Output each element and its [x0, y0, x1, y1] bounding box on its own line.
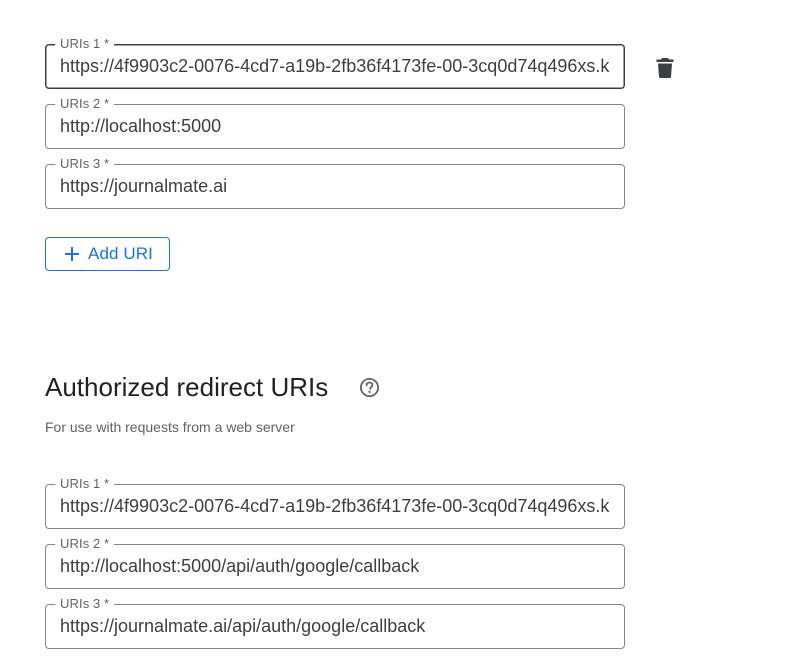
- origin-uri-input-2[interactable]: [60, 105, 610, 148]
- redirect-uri-field-2[interactable]: URIs 2 *: [45, 535, 625, 589]
- origin-uri-field-2[interactable]: URIs 2 *: [45, 95, 625, 149]
- redirect-uri-input-3[interactable]: [60, 605, 610, 648]
- plus-icon: [65, 247, 79, 261]
- trash-icon: [656, 58, 674, 78]
- origin-uri-input-3[interactable]: [60, 165, 610, 208]
- redirect-uri-field-3[interactable]: URIs 3 *: [45, 595, 625, 649]
- delete-uri-button[interactable]: [649, 52, 681, 84]
- help-circle-icon[interactable]: [359, 377, 380, 398]
- add-uri-button[interactable]: Add URI: [45, 237, 170, 271]
- origin-uri-input-1[interactable]: [60, 45, 610, 88]
- redirect-uri-field-1[interactable]: URIs 1 *: [45, 475, 625, 529]
- oauth-client-uris-page: URIs 1 * URIs 2 * URIs 3 * Add URI Autho…: [0, 0, 805, 668]
- redirect-uri-input-2[interactable]: [60, 545, 610, 588]
- add-uri-label: Add URI: [88, 244, 153, 263]
- origin-uri-field-1[interactable]: URIs 1 *: [45, 35, 625, 89]
- redirect-uris-subtitle: For use with requests from a web server: [45, 419, 295, 435]
- redirect-uri-input-1[interactable]: [60, 485, 610, 528]
- origin-uri-field-3[interactable]: URIs 3 *: [45, 155, 625, 209]
- redirect-uris-title: Authorized redirect URIs: [45, 372, 329, 402]
